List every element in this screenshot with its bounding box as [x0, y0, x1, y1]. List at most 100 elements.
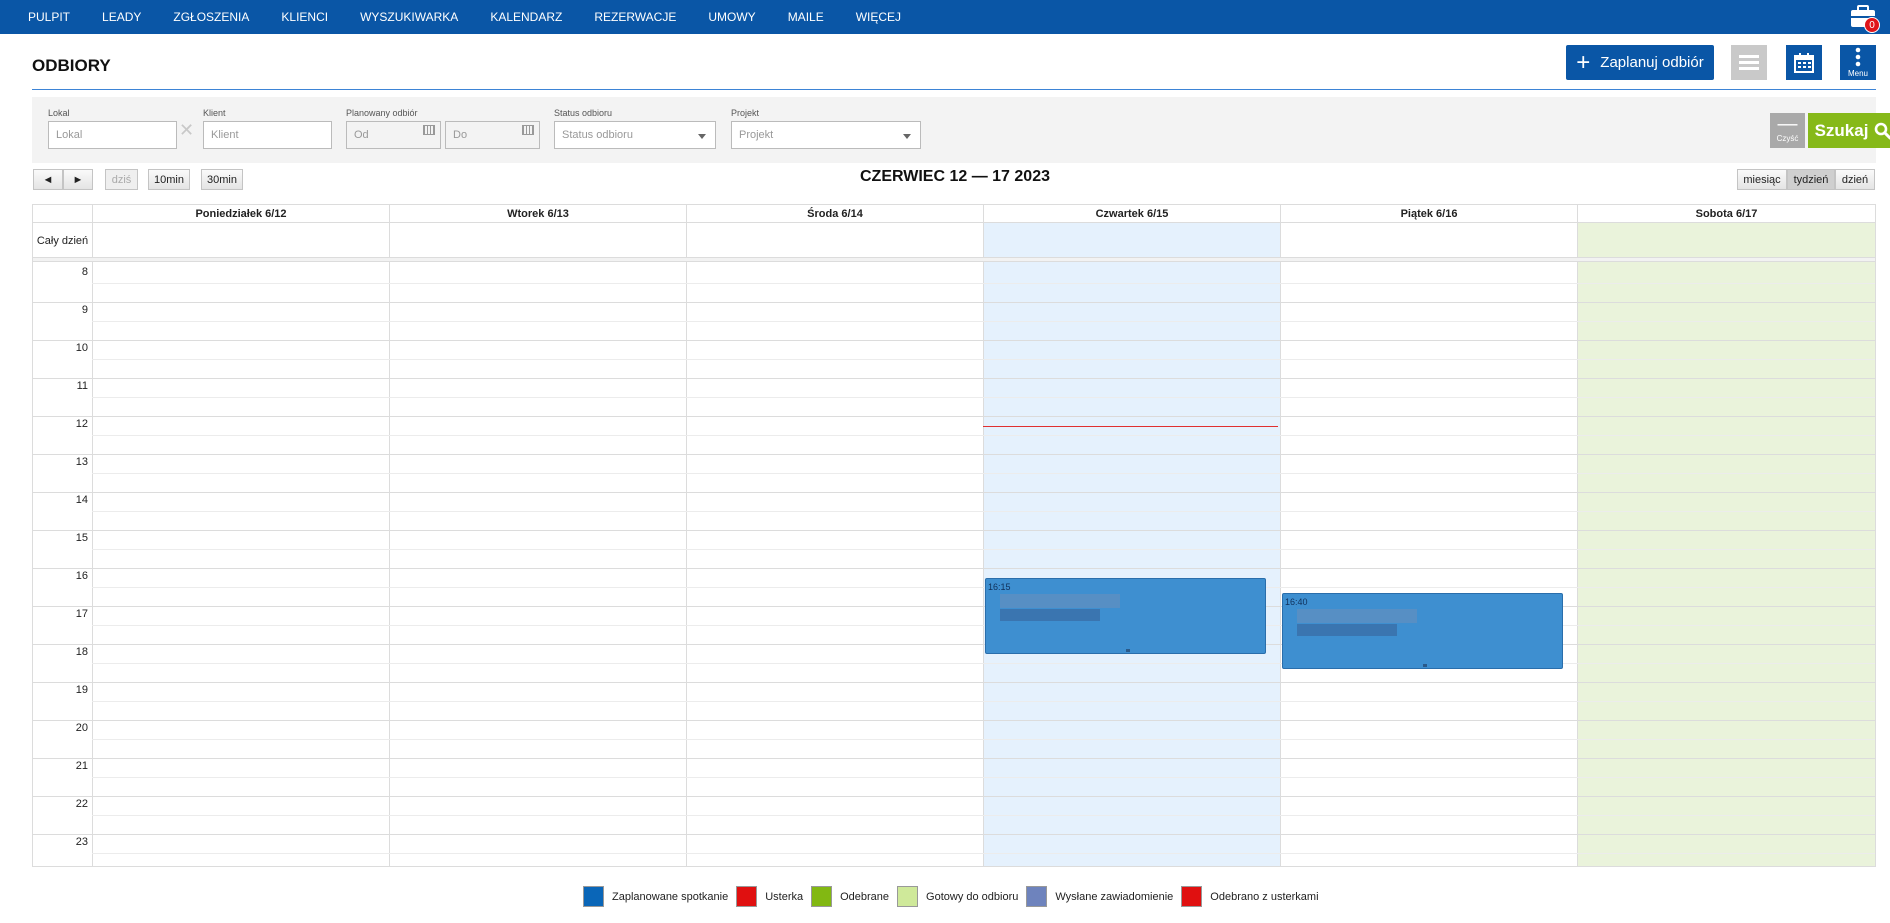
nav-zgloszenia[interactable]: ZGŁOSZENIA	[157, 0, 265, 34]
day-column[interactable]	[686, 223, 983, 866]
klient-input[interactable]: Klient	[203, 121, 332, 149]
hour-gridline	[33, 340, 1875, 341]
week-range-title: CZERWIEC 12 — 17 2023	[859, 168, 1050, 185]
chevron-down-icon	[698, 134, 706, 139]
half-hour-gridline	[92, 587, 1875, 588]
hour-label: 18	[75, 646, 88, 658]
view-day-button[interactable]: dzień	[1835, 169, 1875, 190]
half-hour-gridline	[92, 511, 1875, 512]
minus-icon: —	[1777, 113, 1798, 135]
menu-button[interactable]: Menu	[1840, 45, 1876, 80]
hour-gridline	[33, 758, 1875, 759]
half-hour-gridline	[92, 777, 1875, 778]
nav-leady[interactable]: LEADY	[86, 0, 157, 34]
nav-umowy[interactable]: UMOWY	[692, 0, 771, 34]
hour-label: 20	[75, 722, 88, 734]
date-to-calendar-icon[interactable]	[522, 125, 534, 135]
nav-wyszukiwarka[interactable]: WYSZUKIWARKA	[344, 0, 474, 34]
menu-dots-icon	[1855, 47, 1861, 67]
calendar-event[interactable]: 16:15	[985, 577, 1266, 654]
legend-label: Odebrano z usterkami	[1210, 890, 1319, 903]
hour-gridline	[33, 492, 1875, 493]
half-hour-gridline	[92, 397, 1875, 398]
nav-kalendarz[interactable]: KALENDARZ	[474, 0, 578, 34]
clear-lokal-icon[interactable]: ✕	[179, 120, 194, 141]
day-column[interactable]	[1577, 223, 1875, 866]
hour-gridline	[33, 454, 1875, 455]
status-select[interactable]: Status odbioru	[554, 121, 716, 149]
all-day-label: Cały dzień	[36, 235, 89, 247]
legend-label: Gotowy do odbioru	[926, 890, 1019, 903]
plan-pickup-button[interactable]: + Zaplanuj odbiór	[1566, 45, 1714, 80]
nav-maile[interactable]: MAILE	[772, 0, 840, 34]
hour-gridline	[33, 682, 1875, 683]
status-label: Status odbioru	[554, 108, 613, 118]
event-redacted-text	[1000, 593, 1120, 608]
date-to-input[interactable]: Do	[445, 121, 540, 149]
next-week-button[interactable]: ►	[63, 169, 93, 190]
hour-gridline	[33, 302, 1875, 303]
legend-swatch	[1026, 886, 1048, 907]
briefcase-icon[interactable]: 0	[1848, 3, 1880, 33]
view-month-button[interactable]: miesiąc	[1737, 169, 1787, 190]
nav-klienci[interactable]: KLIENCI	[265, 0, 344, 34]
legend-item: Odebrano z usterkami	[1181, 886, 1319, 907]
search-button[interactable]: Szukaj	[1808, 113, 1890, 148]
slot-10min-button[interactable]: 10min	[148, 169, 190, 190]
hour-label: 13	[75, 456, 88, 468]
hour-label: 12	[75, 418, 88, 430]
chevron-down-icon	[903, 134, 911, 139]
hour-gridline	[33, 530, 1875, 531]
half-hour-gridline	[92, 739, 1875, 740]
nav-pulpit[interactable]: PULPIT	[0, 0, 86, 34]
legend-label: Odebrane	[840, 890, 890, 903]
status-select-value: Status odbioru	[562, 129, 633, 141]
search-button-label: Szukaj	[1814, 120, 1869, 140]
day-column[interactable]	[92, 223, 389, 866]
resize-handle[interactable]	[1125, 648, 1130, 652]
day-column[interactable]	[1280, 223, 1577, 866]
legend-label: Wysłane zawiadomienie	[1055, 890, 1174, 903]
date-from-calendar-icon[interactable]	[423, 125, 435, 135]
legend-swatch	[1181, 886, 1203, 907]
list-view-button[interactable]	[1731, 45, 1767, 80]
top-navbar: PULPIT LEADY ZGŁOSZENIA KLIENCI WYSZUKIW…	[0, 0, 1890, 34]
prev-week-button[interactable]: ◄	[33, 169, 63, 190]
day-header: Środa 6/14	[686, 205, 983, 223]
date-from-input[interactable]: Od	[346, 121, 441, 149]
legend-item: Usterka	[736, 886, 803, 907]
time-gutter-header	[33, 205, 92, 223]
day-column[interactable]	[389, 223, 686, 866]
calendar-event[interactable]: 16:40	[1282, 593, 1563, 670]
clear-filters-button[interactable]: — Czyść	[1770, 113, 1805, 148]
search-icon	[1875, 122, 1890, 139]
half-hour-gridline	[92, 815, 1875, 816]
view-week-button[interactable]: tydzień	[1787, 169, 1835, 190]
resize-handle[interactable]	[1422, 664, 1427, 668]
hour-label: 10	[75, 342, 88, 354]
slot-30min-button[interactable]: 30min	[201, 169, 243, 190]
day-column[interactable]	[983, 223, 1280, 866]
lokal-input[interactable]: Lokal	[48, 121, 177, 149]
legend-swatch	[897, 886, 919, 907]
projekt-select[interactable]: Projekt	[731, 121, 921, 149]
hour-gridline	[33, 568, 1875, 569]
hour-gridline	[33, 796, 1875, 797]
half-hour-gridline	[92, 701, 1875, 702]
hour-label: 8	[81, 266, 88, 278]
title-divider	[32, 89, 1876, 90]
today-button[interactable]: dziś	[105, 169, 138, 190]
calendar-view-button[interactable]	[1786, 45, 1822, 80]
nav-wiecej[interactable]: WIĘCEJ	[840, 0, 917, 34]
hour-gridline	[33, 720, 1875, 721]
projekt-select-value: Projekt	[739, 129, 774, 141]
planned-date-label: Planowany odbiór	[346, 108, 418, 118]
legend-item: Gotowy do odbioru	[897, 886, 1018, 907]
nav-rezerwacje[interactable]: REZERWACJE	[578, 0, 692, 34]
half-hour-gridline	[92, 663, 1875, 664]
hour-label: 9	[81, 304, 88, 316]
legend-item: Odebrane	[811, 886, 889, 907]
hour-label: 23	[75, 836, 88, 848]
hour-label: 21	[75, 760, 88, 772]
half-hour-gridline	[92, 283, 1875, 284]
